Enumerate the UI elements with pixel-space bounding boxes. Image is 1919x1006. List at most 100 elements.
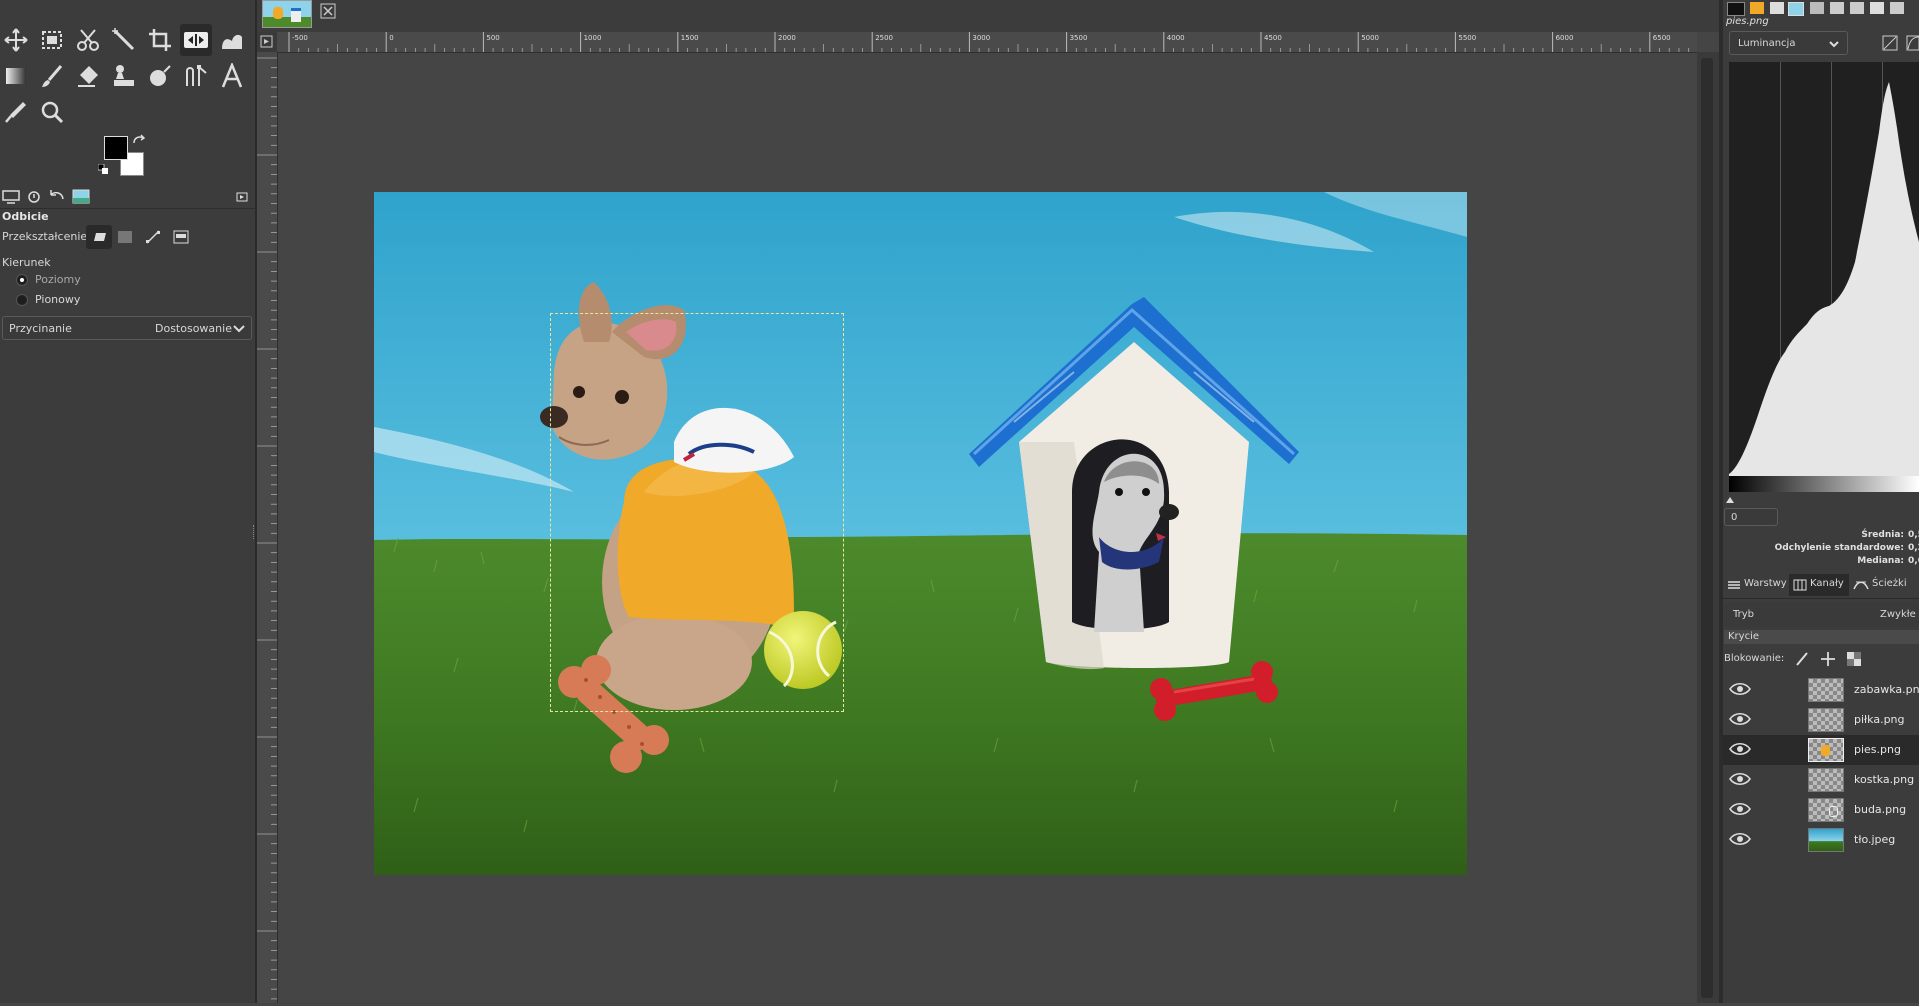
templates-tab-icon[interactable] bbox=[1890, 2, 1904, 14]
eye-icon[interactable] bbox=[1729, 832, 1751, 846]
undo-history-tab-icon[interactable] bbox=[48, 189, 66, 204]
crop-tool-icon[interactable] bbox=[144, 24, 176, 56]
transform-layer-button[interactable] bbox=[86, 225, 112, 249]
zoom-tool-icon[interactable] bbox=[36, 96, 68, 128]
histogram-gradient-bar bbox=[1729, 476, 1919, 492]
images-tab-icon[interactable] bbox=[72, 189, 90, 204]
color-picker-tool-icon[interactable] bbox=[0, 96, 32, 128]
layer-row-zabawka[interactable]: zabawka.png bbox=[1723, 675, 1919, 705]
lock-alpha-icon[interactable] bbox=[1846, 651, 1862, 667]
horizontal-ruler[interactable]: -500 0 500 1000 1500 2000 2500 3000 3500 4000 4500… bbox=[277, 32, 1697, 53]
clipping-dropdown[interactable]: Przycinanie Dostosowanie bbox=[2, 316, 252, 340]
histogram-curve bbox=[1729, 82, 1919, 476]
mode-label: Tryb bbox=[1733, 609, 1755, 620]
layer-row-pies[interactable]: pies.png bbox=[1723, 735, 1919, 765]
histogram-layer-title: pies.png bbox=[1726, 16, 1769, 27]
dodge-tool-icon[interactable] bbox=[144, 60, 176, 92]
close-image-tab-icon[interactable] bbox=[320, 3, 336, 19]
vertical-scrollbar[interactable] bbox=[1697, 52, 1719, 1003]
clone-tool-icon[interactable] bbox=[108, 60, 140, 92]
lock-position-icon[interactable] bbox=[1820, 651, 1836, 667]
dynamics-tab-icon[interactable] bbox=[1830, 2, 1844, 14]
layer-thumbnail bbox=[1808, 678, 1844, 702]
tool-presets-tab-icon[interactable] bbox=[1850, 2, 1864, 14]
tab-channels[interactable]: Kanały bbox=[1789, 574, 1849, 596]
direction-vertical-label: Pionowy bbox=[35, 293, 81, 306]
layer-row-tlo[interactable]: tło.jpeg bbox=[1723, 825, 1919, 855]
paintbrush-tool-icon[interactable] bbox=[36, 60, 68, 92]
fuzzy-select-tool-icon[interactable] bbox=[108, 24, 140, 56]
ruler-tick-label: 6500 bbox=[1653, 34, 1671, 42]
device-status-tab-icon[interactable] bbox=[26, 189, 44, 204]
layer-row-kostka[interactable]: kostka.png bbox=[1723, 765, 1919, 795]
layer-row-buda[interactable]: buda.png bbox=[1723, 795, 1919, 825]
fg-bg-tab-icon[interactable] bbox=[1727, 2, 1745, 16]
brushes-tab-icon[interactable] bbox=[1810, 2, 1824, 14]
std-label: Odchylenie standardowe: bbox=[1774, 543, 1904, 553]
histogram-channel-dropdown[interactable]: Luminancja bbox=[1729, 31, 1848, 55]
eraser-tool-icon[interactable] bbox=[72, 60, 104, 92]
range-start-spinbox[interactable]: 0 bbox=[1724, 508, 1778, 526]
fg-bg-color-swatches[interactable] bbox=[98, 134, 150, 178]
direction-horizontal-radio[interactable] bbox=[16, 274, 28, 286]
document-tab-icon[interactable] bbox=[1870, 2, 1884, 14]
layer-row-pilka[interactable]: piłka.png bbox=[1723, 705, 1919, 735]
std-value: 0,208 bbox=[1908, 543, 1919, 553]
lock-label: Blokowanie: bbox=[1724, 653, 1785, 664]
layer-mode-dropdown[interactable]: Tryb Zwykłe bbox=[1724, 603, 1919, 627]
median-label: Mediana: bbox=[1857, 556, 1904, 566]
eye-icon[interactable] bbox=[1729, 772, 1751, 786]
image-canvas[interactable] bbox=[374, 192, 1467, 875]
tab-paths[interactable]: Ścieżki bbox=[1851, 574, 1917, 596]
layer-name: piłka.png bbox=[1854, 713, 1905, 726]
channels-icon bbox=[1793, 579, 1807, 591]
linear-histogram-icon[interactable] bbox=[1882, 35, 1898, 51]
path-mode-icon[interactable] bbox=[145, 230, 161, 244]
default-colors-icon[interactable] bbox=[98, 164, 108, 174]
fonts-tab-icon[interactable] bbox=[1770, 2, 1784, 14]
eye-icon[interactable] bbox=[1729, 712, 1751, 726]
move-tool-icon[interactable] bbox=[0, 24, 32, 56]
histogram-graph[interactable] bbox=[1729, 62, 1919, 476]
lock-pixels-icon[interactable] bbox=[1794, 651, 1810, 667]
direction-vertical-radio[interactable] bbox=[16, 294, 28, 306]
image-tab-thumbnail[interactable] bbox=[262, 0, 312, 28]
vertical-ruler-ticks bbox=[257, 57, 277, 1000]
patterns-tab-icon[interactable] bbox=[1788, 2, 1804, 16]
scissors-tool-icon[interactable] bbox=[72, 24, 104, 56]
foreground-color[interactable] bbox=[104, 136, 128, 160]
image-mode-icon[interactable] bbox=[173, 230, 189, 244]
ruler-tick-label: 5000 bbox=[1361, 34, 1379, 42]
eye-icon[interactable] bbox=[1729, 802, 1751, 816]
tab-layers[interactable]: Warstwy bbox=[1725, 574, 1787, 596]
tab-layers-label: Warstwy bbox=[1744, 578, 1787, 589]
range-start-marker[interactable] bbox=[1726, 493, 1734, 503]
opacity-slider[interactable]: Krycie bbox=[1724, 630, 1919, 644]
direction-horizontal-label: Poziomy bbox=[35, 273, 81, 286]
composition-image bbox=[374, 192, 1467, 875]
eye-icon[interactable] bbox=[1729, 682, 1751, 696]
scrollbar-thumb[interactable] bbox=[1701, 58, 1713, 998]
ruler-tick-label: 0 bbox=[389, 34, 393, 42]
ruler-corner[interactable] bbox=[257, 32, 277, 52]
vertical-ruler[interactable] bbox=[257, 52, 278, 1003]
swap-colors-icon[interactable] bbox=[132, 134, 146, 146]
rect-select-tool-icon[interactable] bbox=[36, 24, 68, 56]
text-tool-icon[interactable] bbox=[216, 60, 248, 92]
ruler-tick-label: 6000 bbox=[1556, 34, 1574, 42]
dock-tabs bbox=[0, 186, 255, 209]
tool-options-tab-icon[interactable] bbox=[2, 189, 20, 204]
chevron-down-icon bbox=[1829, 41, 1839, 48]
panel-resize-handle[interactable] bbox=[253, 525, 256, 539]
eye-icon[interactable] bbox=[1729, 742, 1751, 756]
grass-hill bbox=[374, 533, 1467, 875]
configure-tab-icon[interactable] bbox=[236, 189, 248, 204]
gradient-tool-icon[interactable] bbox=[0, 60, 32, 92]
selection-mode-icon[interactable] bbox=[117, 230, 133, 244]
log-histogram-icon[interactable] bbox=[1906, 35, 1919, 51]
ruler-tick-label: 500 bbox=[486, 34, 499, 42]
warp-tool-icon[interactable] bbox=[216, 24, 248, 56]
paths-tool-icon[interactable] bbox=[180, 60, 212, 92]
palette-tab-icon[interactable] bbox=[1750, 2, 1764, 14]
flip-tool-icon[interactable] bbox=[180, 24, 212, 56]
